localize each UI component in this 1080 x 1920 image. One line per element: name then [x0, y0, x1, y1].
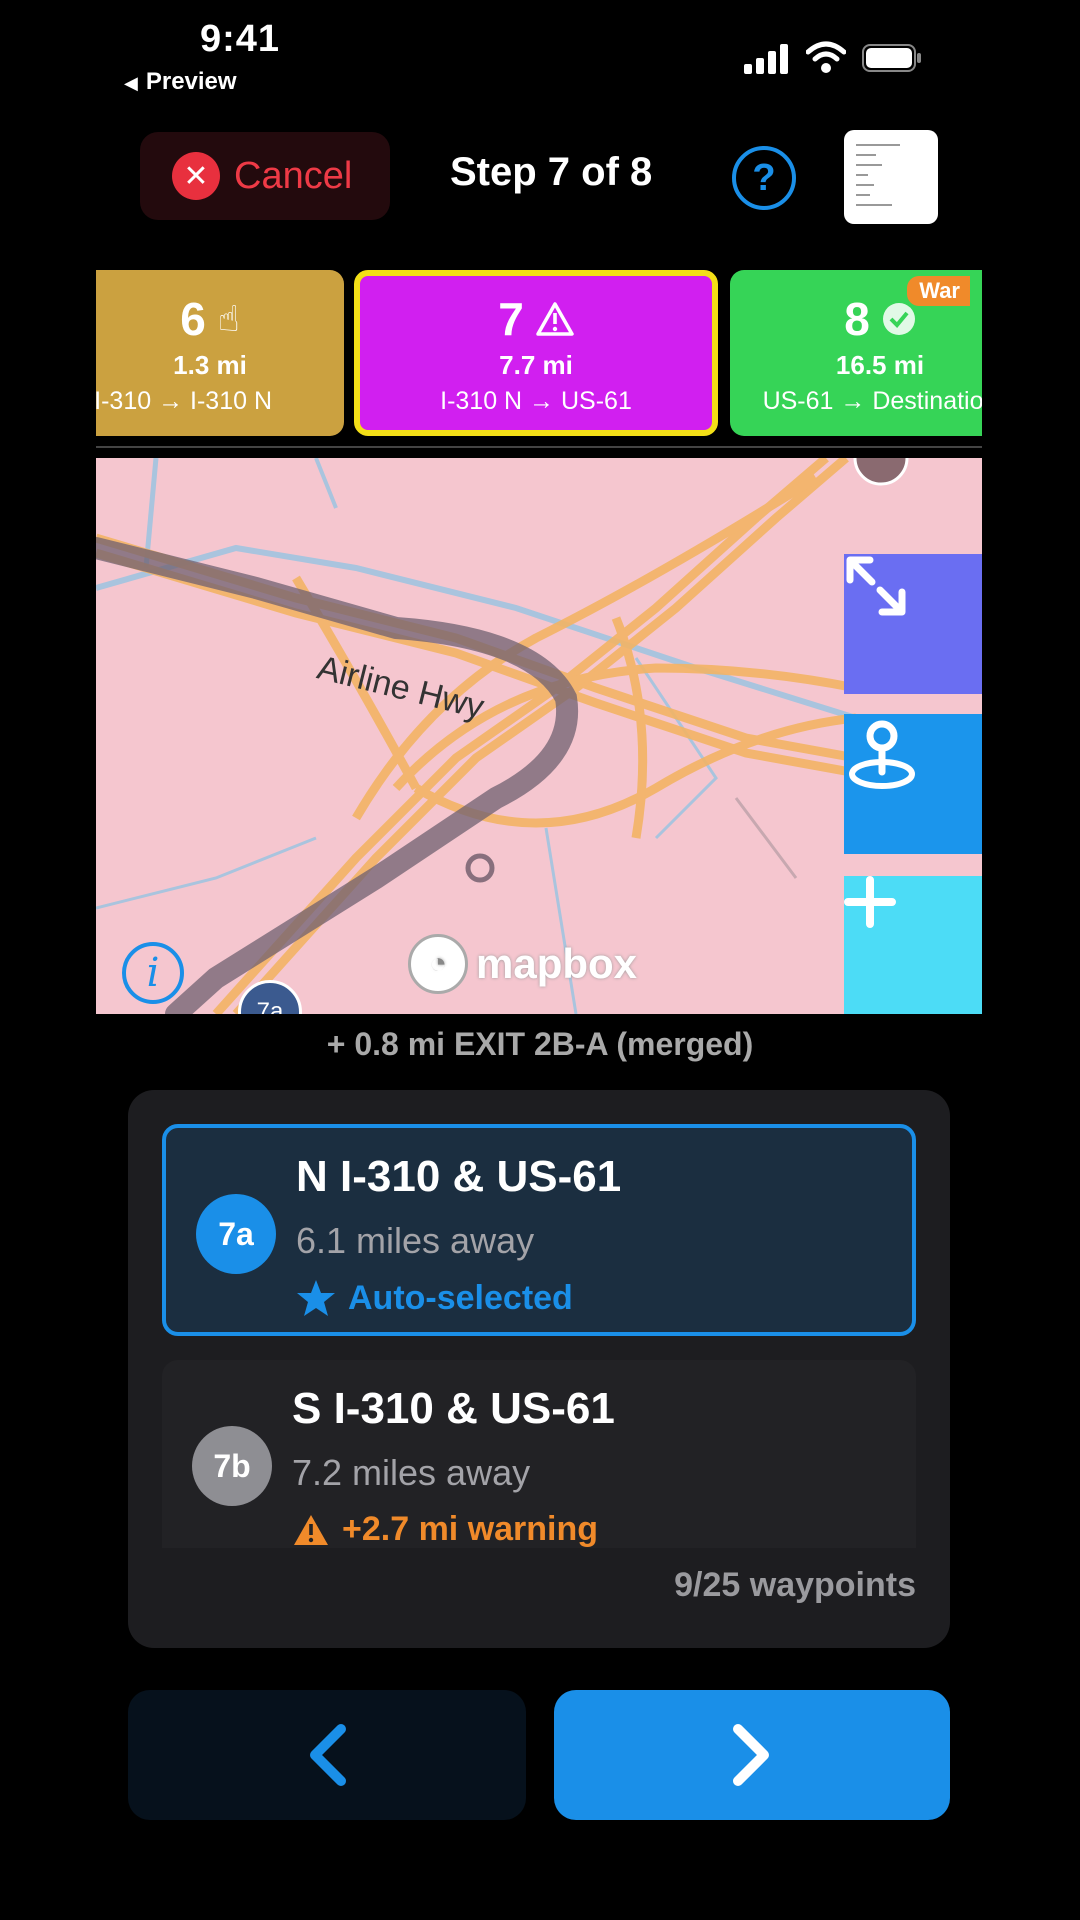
step-number: 7 — [498, 293, 524, 345]
add-waypoint-button[interactable] — [844, 876, 982, 1014]
info-icon[interactable]: i — [122, 942, 184, 1004]
step-title: Step 7 of 8 — [450, 150, 653, 194]
step-distance: 16.5 mi — [835, 350, 925, 380]
question-circle-icon[interactable]: ? — [732, 146, 796, 210]
step-distance: 1.3 mi — [173, 350, 247, 380]
options-list[interactable]: 7a N I-310 & US-61 6.1 miles away Auto-s… — [162, 1124, 916, 1548]
expand-map-button[interactable] — [844, 554, 982, 694]
strip-divider — [96, 446, 982, 448]
cancel-label: Cancel — [234, 154, 353, 197]
mapbox-logo-icon: ◔ — [408, 934, 468, 994]
hand-pointer-icon: ☝ — [217, 298, 240, 339]
option-tag: Auto-selected — [348, 1278, 573, 1317]
locate-pin-icon — [849, 720, 915, 789]
step-route: US-61 → Destination — [762, 387, 982, 415]
step-number: 6 — [180, 293, 206, 345]
option-7b[interactable]: 7b S I-310 & US-61 7.2 miles away +2.7 m… — [162, 1360, 916, 1548]
expand-icon — [846, 556, 906, 616]
step-number: 8 — [844, 293, 870, 345]
document-thumbnail[interactable] — [844, 130, 938, 224]
battery-icon — [862, 44, 921, 72]
option-title: N I-310 & US-61 — [296, 1152, 622, 1201]
wifi-icon — [806, 41, 846, 73]
step-route: I-310 N → US-61 — [440, 387, 632, 415]
back-label: Preview — [145, 68, 237, 95]
warning-tag: War — [907, 276, 970, 306]
chevron-left-icon — [310, 1724, 346, 1786]
back-to-preview-link[interactable]: ◀ Preview — [124, 68, 237, 96]
plus-icon — [844, 876, 896, 928]
chevron-right-icon — [733, 1724, 769, 1786]
check-circle-icon — [882, 303, 915, 335]
step-strip[interactable]: 6 ☝ 1.3 mi I-310 → I-310 N 7 7.7 mi I-310… — [96, 270, 982, 438]
step-distance: 7.7 mi — [499, 350, 573, 380]
option-distance: 7.2 miles away — [292, 1452, 531, 1493]
locate-button[interactable] — [844, 714, 982, 854]
waypoint-count: 9/25 waypoints — [674, 1566, 916, 1604]
warning-triangle-icon — [536, 302, 574, 336]
step-route: I-310 → I-310 N — [96, 387, 272, 415]
warning-triangle-icon — [294, 1514, 328, 1545]
step-card-8[interactable]: War 8 16.5 mi US-61 → Destination — [730, 270, 982, 436]
next-step-button[interactable] — [554, 1690, 950, 1820]
option-7a[interactable]: 7a N I-310 & US-61 6.1 miles away Auto-s… — [162, 1124, 916, 1336]
mapbox-attribution[interactable]: ◔ mapbox — [408, 934, 637, 994]
route-map[interactable]: Airline Hwy 7a i ◔ mapbox — [96, 458, 982, 1014]
back-triangle-icon: ◀ — [124, 73, 138, 93]
option-badge: 7b — [192, 1426, 272, 1506]
cellular-signal-icon — [744, 44, 788, 74]
mapbox-wordmark: mapbox — [476, 940, 638, 987]
previous-step-button[interactable] — [128, 1690, 526, 1820]
merged-note: + 0.8 mi EXIT 2B-A (merged) — [326, 1026, 754, 1062]
option-tag: +2.7 mi warning — [342, 1510, 599, 1548]
step-card-6[interactable]: 6 ☝ 1.3 mi I-310 → I-310 N — [96, 270, 344, 436]
status-time: 9:41 — [200, 18, 281, 60]
step-card-7[interactable]: 7 7.7 mi I-310 N → US-61 — [354, 270, 718, 436]
waypoint-options-panel: 7a N I-310 & US-61 6.1 miles away Auto-s… — [128, 1090, 950, 1648]
option-badge: 7a — [196, 1194, 276, 1274]
close-circle-icon: ✕ — [172, 152, 220, 200]
option-distance: 6.1 miles away — [296, 1220, 535, 1261]
cancel-button[interactable]: ✕ Cancel — [140, 132, 390, 220]
star-icon — [297, 1280, 335, 1316]
option-title: S I-310 & US-61 — [292, 1384, 615, 1433]
